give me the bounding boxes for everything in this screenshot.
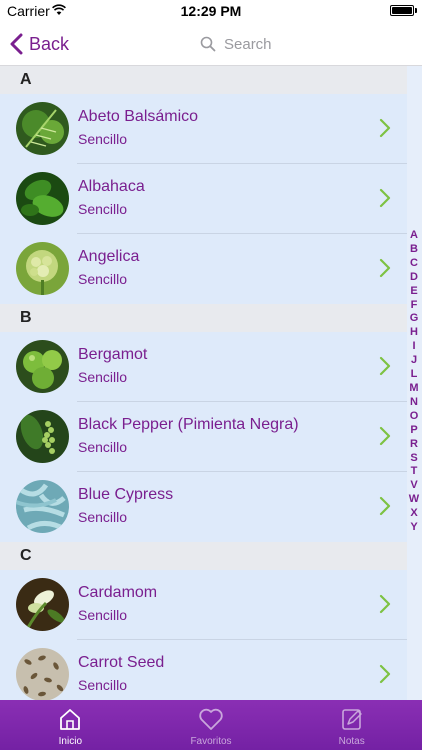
section-letter: C	[20, 547, 32, 564]
search-icon	[200, 36, 216, 52]
list-item[interactable]: Albahaca Sencillo	[0, 164, 407, 234]
section-header-b: B	[0, 304, 407, 332]
section-letter: A	[20, 71, 32, 88]
oil-thumbnail	[16, 340, 69, 393]
index-letter-e[interactable]: E	[410, 285, 417, 299]
battery-level	[392, 7, 412, 14]
home-icon	[60, 709, 81, 730]
tab-inicio[interactable]: Inicio	[0, 700, 141, 750]
item-title: Abeto Balsámico	[78, 108, 199, 125]
chevron-right-icon	[379, 356, 391, 376]
oil-thumbnail	[16, 578, 69, 631]
section-header-a: A	[0, 66, 407, 94]
index-letter-j[interactable]: J	[411, 354, 417, 368]
item-subtitle: Sencillo	[78, 607, 128, 623]
oil-thumbnail	[16, 648, 69, 700]
back-button[interactable]: Back	[10, 30, 69, 58]
index-letter-f[interactable]: F	[411, 299, 418, 313]
item-title: Bergamot	[78, 346, 148, 363]
index-letter-d[interactable]: D	[410, 271, 418, 285]
index-letter-v[interactable]: V	[410, 479, 417, 493]
index-letter-l[interactable]: L	[411, 368, 418, 382]
index-letter-y[interactable]: Y	[410, 521, 417, 535]
navigation-bar: Back Search	[0, 22, 422, 66]
item-title: Blue Cypress	[78, 486, 174, 503]
search-placeholder: Search	[224, 35, 272, 53]
status-bar: Carrier 12:29 PM	[0, 0, 422, 22]
index-letter-w[interactable]: W	[409, 493, 419, 507]
index-letter-n[interactable]: N	[410, 396, 418, 410]
back-label: Back	[29, 33, 70, 54]
list-item[interactable]: Carrot Seed Sencillo	[0, 640, 407, 700]
chevron-right-icon	[379, 118, 391, 138]
index-letter-m[interactable]: M	[409, 382, 418, 396]
list-item[interactable]: Cardamom Sencillo	[0, 570, 407, 640]
clock: 12:29 PM	[180, 3, 242, 19]
oil-thumbnail	[16, 410, 69, 463]
oil-thumbnail	[16, 102, 69, 155]
chevron-left-icon	[10, 33, 23, 55]
alphabet-index[interactable]: ABCDEFGHIJLMNOPRSTVWXY	[408, 229, 420, 535]
item-title: Carrot Seed	[78, 654, 165, 671]
battery-icon	[390, 5, 414, 16]
heart-icon	[199, 708, 223, 730]
index-letter-p[interactable]: P	[410, 424, 417, 438]
oil-thumbnail	[16, 172, 69, 225]
chevron-right-icon	[379, 188, 391, 208]
list-item[interactable]: Bergamot Sencillo	[0, 332, 407, 402]
oil-thumbnail	[16, 242, 69, 295]
section-header-c: C	[0, 542, 407, 570]
tab-label: Notas	[338, 736, 365, 747]
item-subtitle: Sencillo	[78, 509, 128, 525]
index-letter-s[interactable]: S	[410, 452, 417, 466]
item-subtitle: Sencillo	[78, 201, 128, 217]
search-input[interactable]: Search	[200, 32, 272, 56]
index-letter-c[interactable]: C	[410, 257, 418, 271]
item-subtitle: Sencillo	[78, 439, 128, 455]
item-title: Angelica	[78, 248, 140, 265]
item-title: Cardamom	[78, 584, 158, 601]
index-letter-x[interactable]: X	[410, 507, 417, 521]
notes-icon	[341, 709, 362, 730]
index-letter-r[interactable]: R	[410, 438, 418, 452]
item-subtitle: Sencillo	[78, 131, 128, 147]
item-subtitle: Sencillo	[78, 271, 128, 287]
list-item[interactable]: Black Pepper (Pimienta Negra) Sencillo	[0, 402, 407, 472]
item-title: Black Pepper (Pimienta Negra)	[78, 416, 299, 433]
battery-tip	[415, 8, 417, 13]
chevron-right-icon	[379, 664, 391, 684]
index-letter-i[interactable]: I	[412, 340, 415, 354]
tab-label: Inicio	[58, 736, 83, 747]
chevron-right-icon	[379, 594, 391, 614]
list-item[interactable]: Abeto Balsámico Sencillo	[0, 94, 407, 164]
index-letter-h[interactable]: H	[410, 326, 418, 340]
index-letter-t[interactable]: T	[411, 465, 418, 479]
item-subtitle: Sencillo	[78, 369, 128, 385]
index-letter-o[interactable]: O	[410, 410, 419, 424]
tab-notas[interactable]: Notas	[281, 700, 422, 750]
list-item[interactable]: Blue Cypress Sencillo	[0, 472, 407, 542]
section-letter: B	[20, 309, 32, 326]
index-letter-b[interactable]: B	[410, 243, 418, 257]
index-letter-a[interactable]: A	[410, 229, 418, 243]
chevron-right-icon	[379, 496, 391, 516]
item-subtitle: Sencillo	[78, 677, 128, 693]
chevron-right-icon	[379, 258, 391, 278]
list-item[interactable]: Angelica Sencillo	[0, 234, 407, 304]
tab-label: Favoritos	[190, 736, 232, 747]
chevron-right-icon	[379, 426, 391, 446]
oils-list[interactable]: A Abeto Balsámico Sencillo Albahaca Sencillo…	[0, 66, 422, 700]
tab-bar: Inicio Favoritos Notas	[0, 700, 422, 750]
item-title: Albahaca	[78, 178, 145, 195]
index-letter-g[interactable]: G	[410, 312, 419, 326]
tab-favoritos[interactable]: Favoritos	[141, 700, 282, 750]
oil-thumbnail	[16, 480, 69, 533]
